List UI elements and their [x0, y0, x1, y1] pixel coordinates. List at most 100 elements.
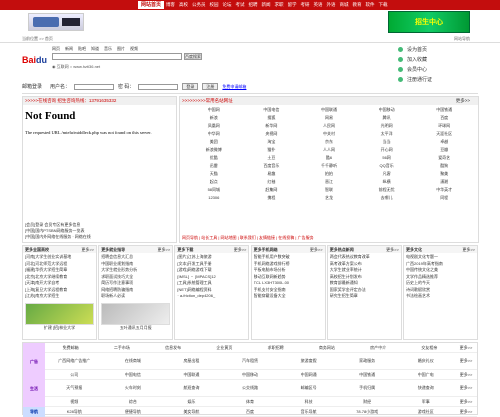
directory-link[interactable]: 天涯社区 [415, 131, 473, 137]
search-tab[interactable]: 网页 [52, 46, 60, 52]
search-button[interactable]: 百度搜索 [184, 53, 202, 60]
directory-link[interactable]: 环球网 [415, 123, 473, 129]
directory-link[interactable]: 人人网 [300, 147, 358, 153]
directory-link[interactable]: 京东 [300, 139, 358, 145]
username-input[interactable] [74, 83, 115, 90]
directory-link[interactable]: 前程无忧 [358, 187, 416, 193]
password-input[interactable] [138, 83, 179, 90]
table-cell-link[interactable]: 公交线路 [221, 385, 280, 391]
thumbnail-caption[interactable]: 扩建 [招]林业大学 [23, 325, 96, 331]
quick-link-favorite[interactable]: 加入收藏 [398, 54, 478, 64]
search-tab[interactable]: 视频 [130, 46, 138, 52]
register-button[interactable]: 注册 [202, 83, 219, 90]
directory-link[interactable]: 猫扑 [243, 147, 301, 153]
directory-link[interactable]: 爱奇艺 [415, 155, 473, 161]
search-tab[interactable]: 贴吧 [78, 46, 86, 52]
table-cell-link[interactable]: 视频 [45, 399, 104, 405]
nav-item[interactable]: 高校 [177, 2, 190, 8]
table-cell-link[interactable]: 婚庆礼仪 [396, 358, 455, 364]
table-cell-link[interactable]: 天气预报 [45, 385, 104, 391]
directory-footer[interactable]: 网页导航 | 站长工具 | 网站地图 | 联系我们 | 友情链接 | 在线投稿 … [182, 235, 314, 241]
directory-link[interactable]: 58同城 [185, 187, 243, 193]
directory-link[interactable]: 去哪儿 [358, 195, 416, 201]
list-item[interactable]: [江苏]南京大学招生 [25, 293, 94, 300]
table-cell-link[interactable]: 航班查询 [162, 385, 221, 391]
directory-link[interactable]: 纵横 [358, 179, 416, 185]
more-link[interactable]: 更多>> [455, 385, 477, 391]
table-cell-link[interactable]: 交友相亲 [404, 345, 455, 351]
directory-link[interactable]: 迅雷 [185, 163, 243, 169]
directory-link[interactable]: 美团 [185, 139, 243, 145]
table-cell-link[interactable]: 旅游度假 [279, 358, 338, 364]
site-map-link[interactable]: 网站导航 [454, 36, 470, 42]
directory-link[interactable]: 网易 [300, 115, 358, 121]
directory-link[interactable]: 土豆 [243, 155, 301, 161]
quick-link-member[interactable]: 会员中心 [398, 64, 478, 74]
more-link[interactable]: 更多>> [462, 246, 475, 253]
directory-link[interactable]: 中华网 [185, 131, 243, 137]
more-link[interactable]: 更多>> [234, 246, 247, 253]
directory-link[interactable]: 央视网 [243, 131, 301, 137]
directory-link[interactable]: 新华网 [243, 123, 301, 129]
table-cell-link[interactable]: 科技 [279, 399, 338, 405]
directory-link[interactable]: 人民网 [300, 123, 358, 129]
directory-link[interactable]: 光明网 [358, 123, 416, 129]
top-banner-ad[interactable]: 招生中心 [388, 11, 470, 33]
table-cell-link[interactable]: 中国移动 [221, 372, 280, 378]
nav-item[interactable]: 校园 [208, 2, 221, 8]
table-cell-link[interactable]: 军事 [396, 399, 455, 405]
more-link[interactable]: 更多>> [455, 358, 477, 364]
more-link[interactable]: 更多>> [455, 409, 477, 415]
more-link[interactable]: 更多>> [158, 246, 171, 253]
directory-link[interactable]: 百度音乐 [243, 163, 301, 169]
table-cell-link[interactable]: 便捷导航 [104, 409, 163, 415]
directory-link[interactable]: 潇湘 [415, 179, 473, 185]
directory-link[interactable]: 聚美 [415, 171, 473, 177]
column-title[interactable]: 更多热点新闻 [330, 247, 354, 252]
site-logo[interactable] [28, 13, 84, 31]
directory-link[interactable]: 凡客 [358, 171, 416, 177]
thumbnail-image[interactable] [25, 302, 94, 325]
nav-home[interactable]: 网站首页 [138, 1, 165, 9]
breadcrumb-path[interactable]: 当前位置 >> 首页 [22, 36, 53, 42]
list-item[interactable]: 书法绘画艺术 [406, 293, 475, 300]
table-cell-link[interactable]: 房产中介 [353, 345, 404, 351]
search-tab[interactable]: 新闻 [65, 46, 73, 52]
directory-link[interactable]: 豆瓣 [415, 147, 473, 153]
directory-link[interactable]: 同程 [415, 195, 473, 201]
table-cell-link[interactable]: 中国广电 [396, 372, 455, 378]
column-title[interactable]: 更多全国高校 [25, 247, 49, 252]
table-cell-link[interactable]: 商务网站 [301, 345, 352, 351]
nav-item[interactable]: 软件 [364, 2, 377, 8]
table-cell-link[interactable]: 综合 [104, 399, 163, 405]
table-cell-link[interactable]: 音乐导航 [279, 409, 338, 415]
table-cell-link[interactable]: 汽车租赁 [221, 358, 280, 364]
nav-item[interactable]: 英语 [312, 2, 325, 8]
nav-item[interactable]: 论坛 [221, 2, 234, 8]
nav-item[interactable]: 商城 [338, 2, 351, 8]
directory-link[interactable]: QQ音乐 [358, 163, 416, 169]
table-cell-link[interactable]: 求职招聘 [250, 345, 301, 351]
search-input[interactable] [52, 53, 182, 60]
directory-link[interactable]: 酷狗 [415, 163, 473, 169]
more-link[interactable]: 更多>> [386, 246, 399, 253]
column-title[interactable]: 更多文化 [406, 247, 422, 252]
directory-link[interactable]: 天猫 [185, 171, 243, 177]
search-tab[interactable]: 图片 [117, 46, 125, 52]
search-scope[interactable]: ◉ 互联网 ○ www.hzti36.net [52, 64, 100, 70]
table-cell-link[interactable]: 免费邮箱 [45, 345, 96, 351]
directory-link[interactable]: 中国网 [185, 107, 243, 113]
directory-link[interactable]: 智联 [300, 187, 358, 193]
directory-link[interactable]: 赶集网 [243, 187, 301, 193]
quick-link-homepage[interactable]: 设为首页 [398, 44, 478, 54]
table-cell-link[interactable]: 中国铁通 [338, 372, 397, 378]
free-email-link[interactable]: 免费申请邮箱 [222, 84, 246, 90]
list-item[interactable]: 职场新人必读 [101, 293, 170, 300]
directory-link[interactable]: 易趣 [243, 171, 301, 177]
more-link[interactable]: 更多>> [455, 345, 477, 351]
directory-link[interactable]: 开心网 [358, 147, 416, 153]
search-tab[interactable]: 知道 [91, 46, 99, 52]
directory-link[interactable]: 12306 [185, 195, 243, 201]
nav-item[interactable]: 招聘 [247, 2, 260, 8]
table-cell-link[interactable]: 中国电信 [104, 372, 163, 378]
